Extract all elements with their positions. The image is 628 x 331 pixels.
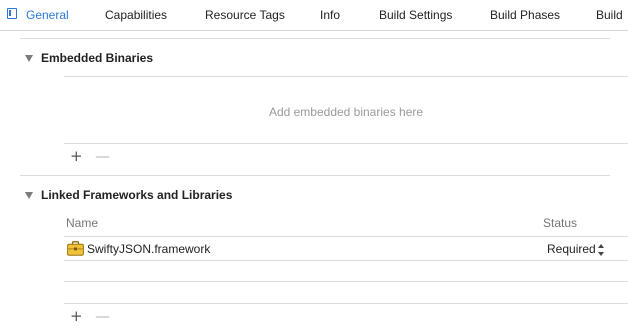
embedded-binaries-placeholder: Add embedded binaries here: [268, 105, 424, 119]
tab-capabilities[interactable]: Capabilities: [105, 8, 167, 22]
tab-info[interactable]: Info: [320, 8, 340, 22]
embedded-binaries-list[interactable]: Add embedded binaries here: [64, 76, 628, 144]
linked-frameworks-remove-button[interactable]: —: [95, 309, 110, 324]
linked-frameworks-title: Linked Frameworks and Libraries: [41, 188, 233, 202]
table-row-divider: [64, 260, 628, 261]
editor-tab-bar: General Capabilities Resource Tags Info …: [0, 0, 628, 31]
column-header-name[interactable]: Name: [66, 216, 98, 230]
embedded-binaries-title: Embedded Binaries: [41, 51, 154, 65]
section-divider: [20, 38, 610, 39]
tab-resource-tags[interactable]: Resource Tags: [205, 8, 285, 22]
tab-build-phases[interactable]: Build Phases: [490, 8, 560, 22]
tab-general[interactable]: General: [26, 8, 69, 22]
linked-frameworks-add-button[interactable]: +: [70, 309, 83, 324]
tab-build-rules[interactable]: Build: [596, 8, 623, 22]
framework-briefcase-icon: [67, 241, 84, 256]
framework-status-select[interactable]: Required: [547, 242, 596, 256]
embedded-binaries-add-button[interactable]: +: [70, 149, 83, 164]
embedded-binaries-remove-button[interactable]: —: [95, 149, 110, 164]
target-settings-icon: [7, 8, 17, 19]
chevron-updown-icon[interactable]: [598, 244, 605, 256]
table-row-divider: [64, 281, 628, 282]
tab-build-settings[interactable]: Build Settings: [379, 8, 452, 22]
section-divider: [20, 175, 610, 176]
framework-name: SwiftyJSON.framework: [87, 242, 211, 256]
embedded-binaries-disclosure-triangle[interactable]: [25, 55, 33, 62]
table-row-divider: [64, 303, 628, 304]
column-header-status[interactable]: Status: [543, 216, 577, 230]
table-row[interactable]: SwiftyJSON.framework Required: [64, 237, 628, 260]
linked-frameworks-disclosure-triangle[interactable]: [25, 192, 33, 199]
